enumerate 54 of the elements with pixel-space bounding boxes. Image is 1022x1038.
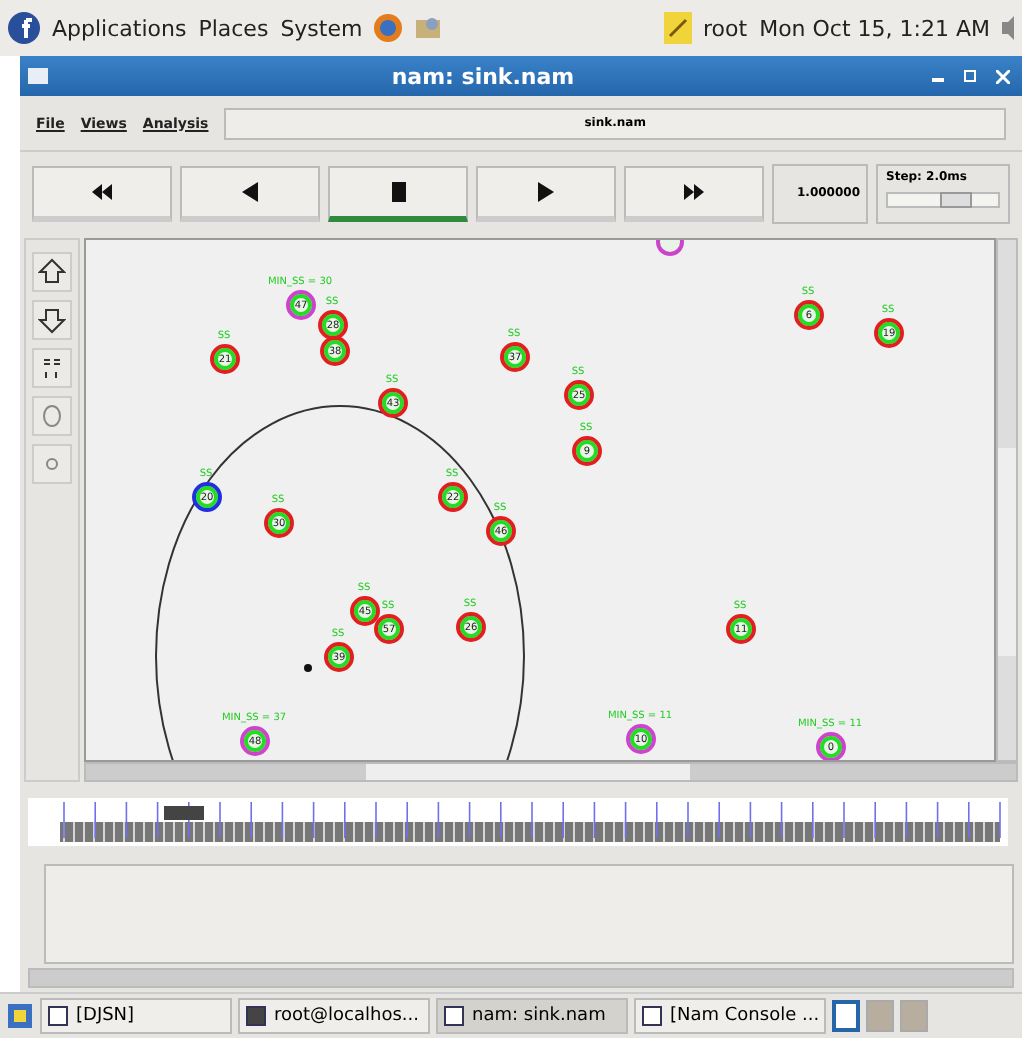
arrow-down-icon (38, 306, 66, 334)
rewind-button[interactable] (32, 165, 172, 221)
zoom-in-button[interactable] (32, 252, 72, 292)
step-slider[interactable] (886, 191, 1000, 207)
node-tool-button[interactable] (32, 396, 72, 436)
show-desktop-icon[interactable] (6, 1002, 34, 1030)
maximize-icon (964, 70, 976, 82)
forward-button[interactable] (624, 165, 764, 221)
stop-button[interactable] (328, 165, 468, 221)
close-button[interactable] (990, 64, 1014, 88)
link-tool-button[interactable] (32, 444, 72, 484)
stop-icon (391, 181, 405, 201)
close-icon (995, 69, 1009, 83)
back-button[interactable] (180, 165, 320, 221)
slider-thumb[interactable] (940, 191, 972, 207)
window-icon (642, 1006, 662, 1026)
workspace-switcher[interactable] (866, 1000, 894, 1032)
vertical-scrollbar[interactable] (996, 238, 1018, 762)
taskbar-button[interactable]: [Nam Console ... (634, 998, 826, 1034)
fedora-logo-icon[interactable] (8, 12, 40, 44)
notes-icon[interactable] (663, 12, 692, 44)
arrow-up-icon (38, 258, 66, 286)
taskbar-button[interactable]: [DJSN] (40, 998, 232, 1034)
rewind-icon (92, 183, 112, 199)
workspace-switcher[interactable] (832, 1000, 860, 1032)
oval-icon (42, 404, 62, 428)
maximize-button[interactable] (958, 64, 982, 88)
panel-menu[interactable]: System (280, 15, 363, 41)
globe-icon[interactable] (374, 14, 403, 42)
edit-button[interactable] (32, 348, 72, 388)
edit-icon (42, 356, 62, 380)
window-icon (246, 1006, 266, 1026)
window-title: nam: sink.nam (389, 63, 577, 89)
taskbar-button[interactable]: root@localhos... (238, 998, 430, 1034)
user-name: root (703, 15, 748, 41)
circle-icon (46, 458, 58, 470)
sink-dot (304, 664, 312, 672)
window-icon (444, 1006, 464, 1026)
play-backward-icon (242, 181, 258, 201)
taskbar-button[interactable]: nam: sink.nam (436, 998, 628, 1034)
speaker-icon[interactable] (1002, 14, 1014, 42)
play-icon (538, 181, 554, 201)
play-button[interactable] (476, 165, 616, 221)
zoom-out-button[interactable] (32, 300, 72, 340)
fast-forward-icon (684, 183, 704, 199)
console-scrollbar[interactable] (28, 968, 1014, 988)
node-ring (656, 240, 684, 256)
horizontal-scrollbar[interactable] (84, 762, 1018, 782)
panel-menu[interactable]: Places (198, 15, 269, 41)
timeline-drawing[interactable] (28, 798, 1008, 846)
workspace-switcher[interactable] (900, 1000, 928, 1032)
window-icon (48, 1006, 68, 1026)
clock[interactable]: Mon Oct 15, 1:21 AM (759, 15, 990, 41)
panel-menu[interactable]: Applications (52, 15, 187, 41)
